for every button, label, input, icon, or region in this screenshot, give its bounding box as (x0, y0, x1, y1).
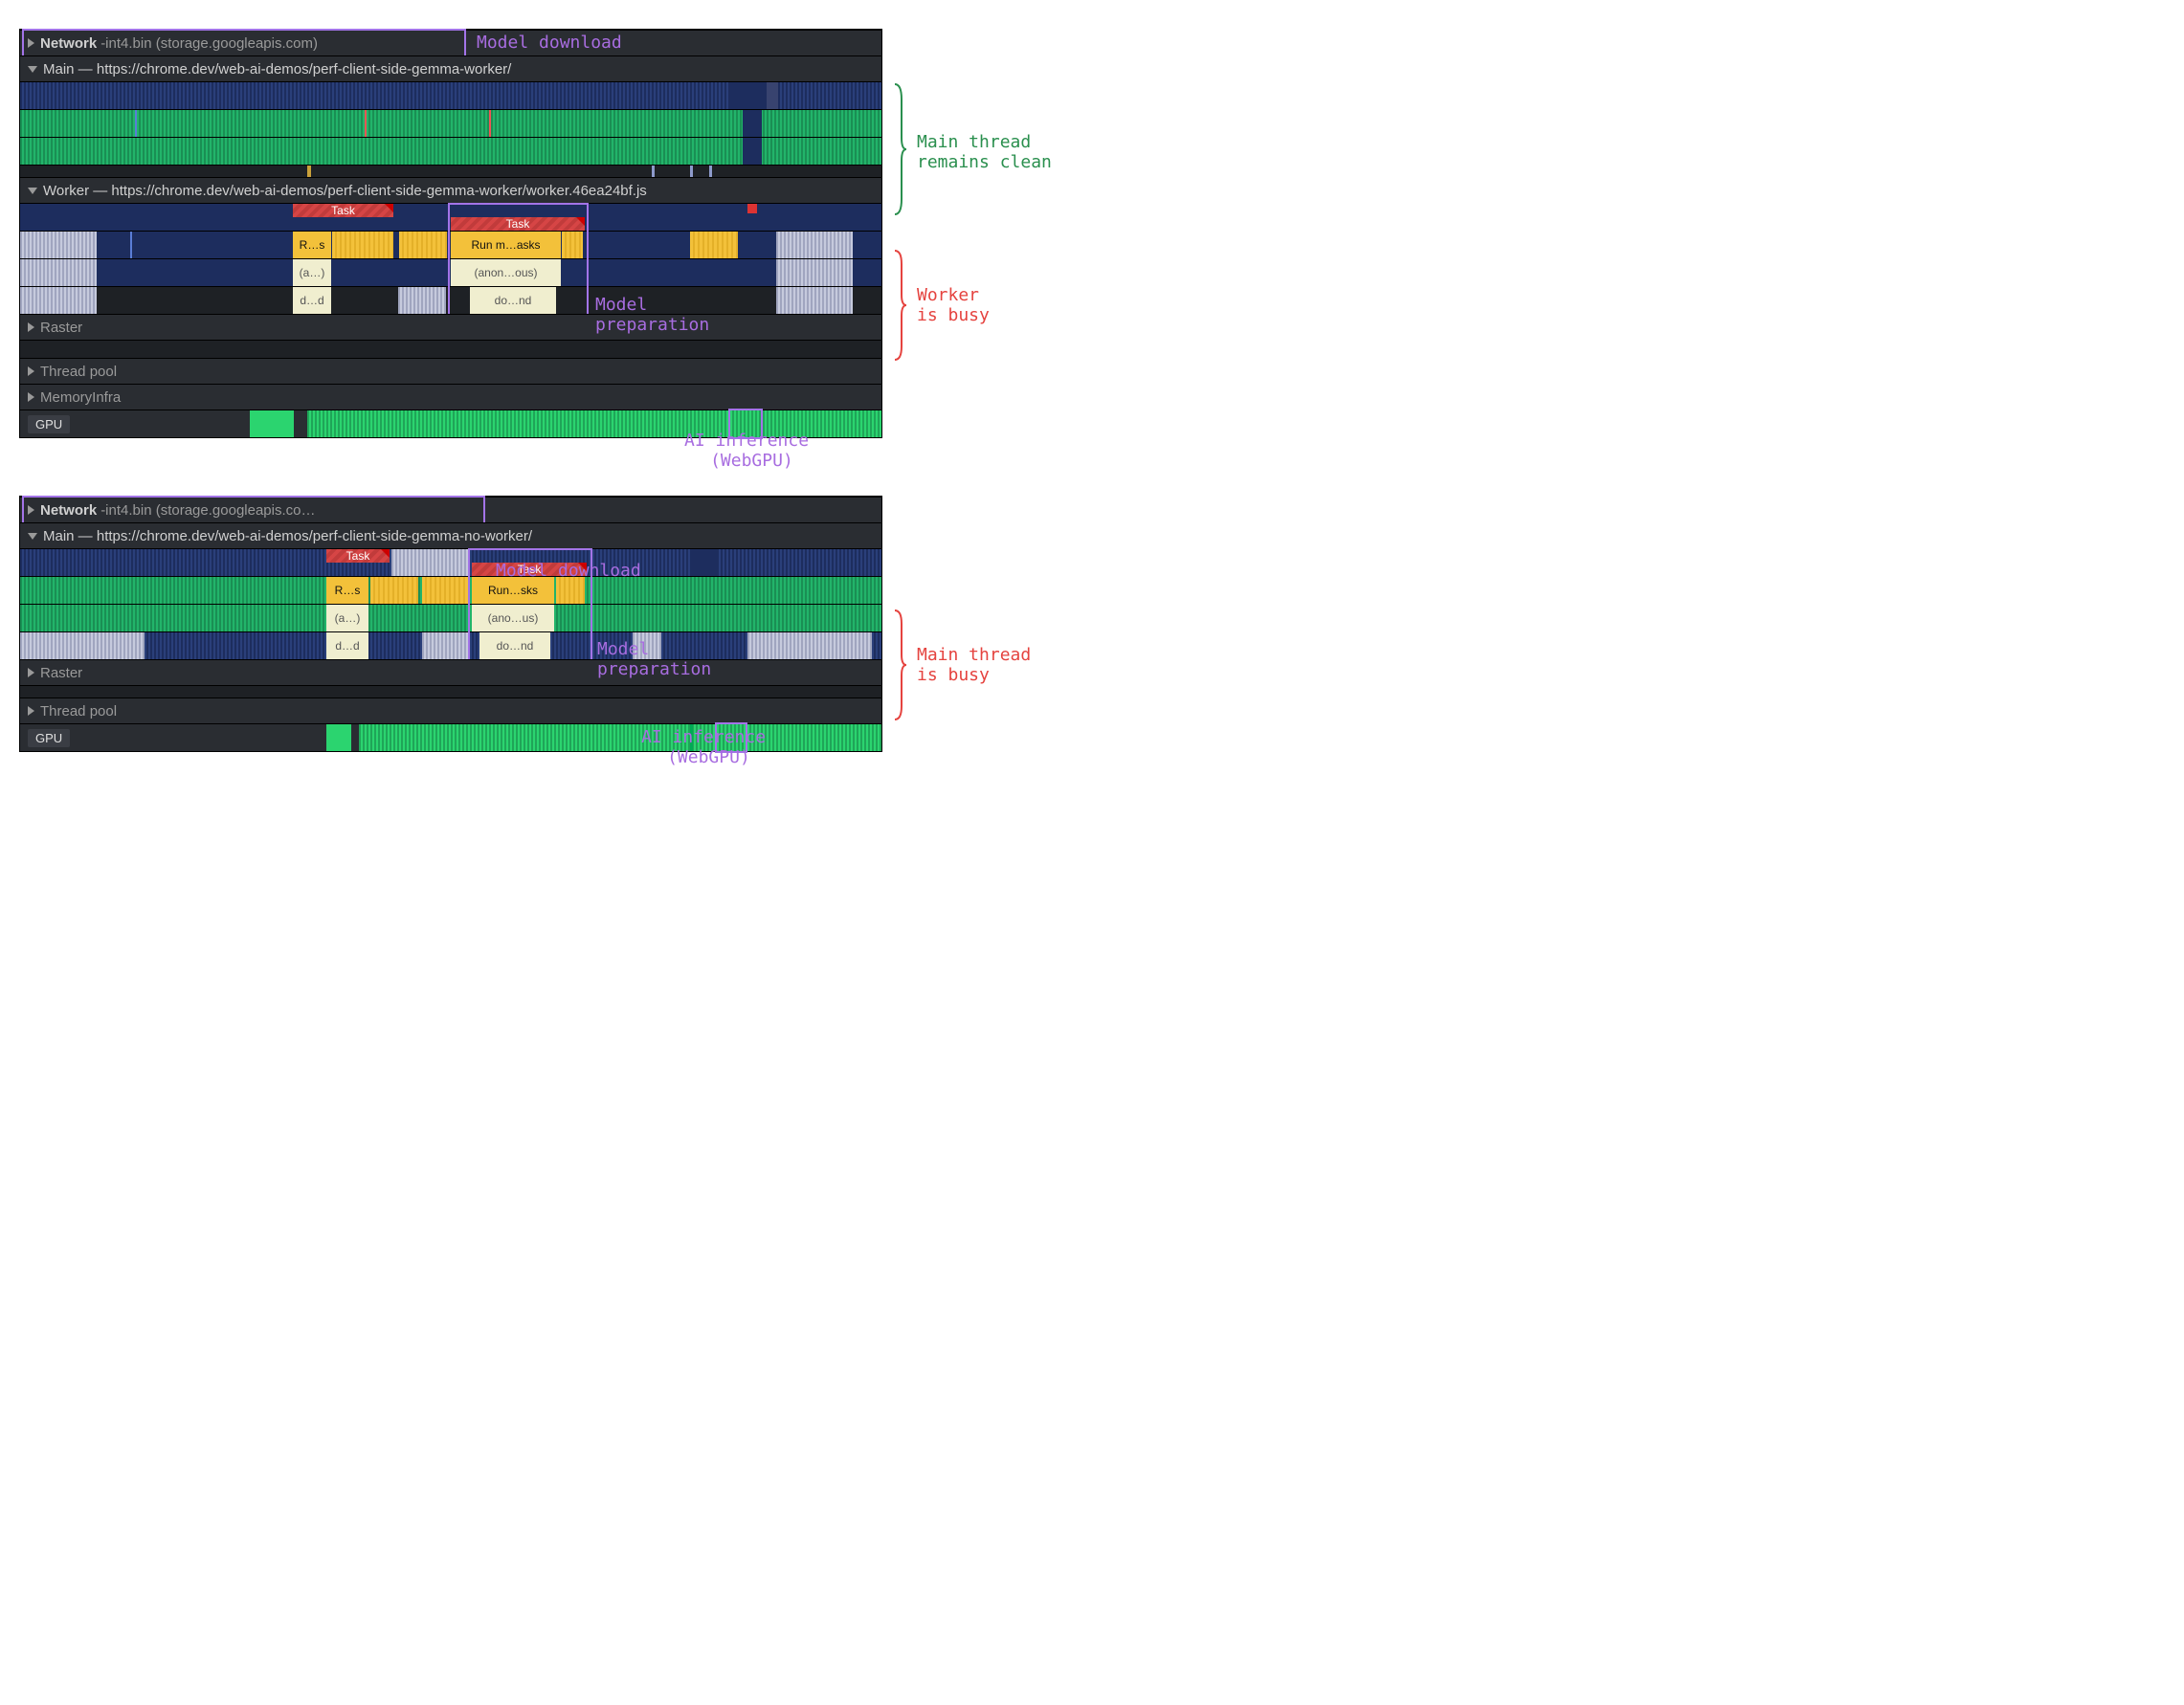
call-frame[interactable]: d…d (326, 632, 368, 659)
worker-task-row[interactable]: Task Task (20, 203, 881, 231)
expand-icon[interactable] (28, 38, 34, 48)
threadpool-track-header[interactable]: Thread pool (20, 358, 881, 384)
expand-icon[interactable] (28, 668, 34, 677)
main-task-row[interactable]: Task Task (20, 548, 881, 576)
worker-deep-row[interactable]: d…d do…nd (20, 286, 881, 314)
collapse-icon[interactable] (28, 188, 37, 194)
call-frame[interactable]: R…s (326, 577, 368, 604)
call-frame[interactable]: d…d (293, 287, 331, 314)
expand-icon[interactable] (28, 706, 34, 716)
worker-label: Worker — (43, 183, 107, 199)
main-track-header[interactable]: Main — https://chrome.dev/web-ai-demos/p… (20, 55, 881, 81)
main-track-gap (20, 165, 881, 177)
main-url: https://chrome.dev/web-ai-demos/perf-cli… (97, 528, 532, 544)
raster-track-header[interactable]: Raster (20, 659, 881, 685)
threadpool-label: Thread pool (40, 364, 117, 380)
worker-script-row[interactable]: R…s Run m…asks (20, 231, 881, 258)
expand-icon[interactable] (28, 392, 34, 402)
worker-track-header[interactable]: Worker — https://chrome.dev/web-ai-demos… (20, 177, 881, 203)
expand-icon[interactable] (28, 505, 34, 515)
call-frame[interactable]: (ano…us) (472, 605, 554, 631)
brace-icon (894, 82, 907, 216)
raster-label: Raster (40, 320, 82, 336)
main-track-row[interactable] (20, 109, 881, 137)
annotation-model-prep: Model preparation (597, 639, 711, 679)
network-file: -int4.bin (storage.googleapis.co… (100, 502, 315, 519)
threadpool-track-header[interactable]: Thread pool (20, 698, 881, 723)
call-frame[interactable]: do…nd (470, 287, 556, 314)
annotation-main-busy: Main thread is busy (917, 645, 1031, 685)
call-frame[interactable]: (anon…ous) (451, 259, 561, 286)
annotation-worker-busy: Worker is busy (917, 285, 990, 325)
worker-url: https://chrome.dev/web-ai-demos/perf-cli… (111, 183, 646, 199)
expand-icon[interactable] (28, 322, 34, 332)
brace-icon (894, 609, 907, 721)
call-frame[interactable]: Run m…asks (451, 232, 561, 258)
annotation-main-clean: Main thread remains clean (917, 132, 1052, 172)
worker-anon-row[interactable]: (a…) (anon…ous) (20, 258, 881, 286)
annotation-model-download: Model download (477, 33, 622, 53)
main-label: Main — (43, 528, 93, 544)
profiler-panel-noworker[interactable]: Network -int4.bin (storage.googleapis.co… (19, 496, 882, 752)
network-track-header[interactable]: Network -int4.bin (storage.googleapis.co… (20, 497, 881, 522)
main-script-row[interactable]: R…s Run…sks (20, 576, 881, 604)
annotation-model-download: Model download (496, 561, 641, 581)
network-label: Network (40, 502, 97, 519)
track-spacer (20, 340, 881, 358)
network-file: -int4.bin (storage.googleapis.com) (100, 35, 318, 52)
call-frame[interactable]: R…s (293, 232, 331, 258)
main-anon-row[interactable]: (a…) (ano…us) (20, 604, 881, 631)
call-frame[interactable]: (a…) (326, 605, 368, 631)
brace-icon (894, 249, 907, 362)
main-label: Main — (43, 61, 93, 78)
task-block[interactable]: Task (293, 204, 393, 217)
main-track-row[interactable] (20, 81, 881, 109)
main-track-header[interactable]: Main — https://chrome.dev/web-ai-demos/p… (20, 522, 881, 548)
track-spacer (20, 685, 881, 698)
expand-icon[interactable] (28, 366, 34, 376)
collapse-icon[interactable] (28, 533, 37, 540)
call-frame[interactable]: (a…) (293, 259, 331, 286)
call-frame[interactable]: Run…sks (472, 577, 554, 604)
threadpool-label: Thread pool (40, 703, 117, 720)
raster-track-header[interactable]: Raster (20, 314, 881, 340)
main-url: https://chrome.dev/web-ai-demos/perf-cli… (97, 61, 511, 78)
collapse-icon[interactable] (28, 66, 37, 73)
profiler-panel-worker[interactable]: Network -int4.bin (storage.googleapis.co… (19, 29, 882, 438)
memoryinfra-label: MemoryInfra (40, 389, 121, 406)
profiler-comparison-figure: Network -int4.bin (storage.googleapis.co… (19, 29, 1139, 752)
task-block[interactable]: Task (326, 549, 390, 563)
memoryinfra-track-header[interactable]: MemoryInfra (20, 384, 881, 410)
network-track-header[interactable]: Network -int4.bin (storage.googleapis.co… (20, 30, 881, 55)
network-label: Network (40, 35, 97, 52)
task-block[interactable]: Task (451, 217, 585, 231)
annotation-ai-inference: AI inference (WebGPU) (641, 727, 766, 767)
main-deep-row[interactable]: d…d do…nd (20, 631, 881, 659)
main-track-row[interactable] (20, 137, 881, 165)
call-frame[interactable]: do…nd (479, 632, 550, 659)
raster-label: Raster (40, 665, 82, 681)
annotation-model-prep: Model preparation (595, 295, 709, 335)
annotation-ai-inference: AI inference (WebGPU) (684, 431, 809, 471)
